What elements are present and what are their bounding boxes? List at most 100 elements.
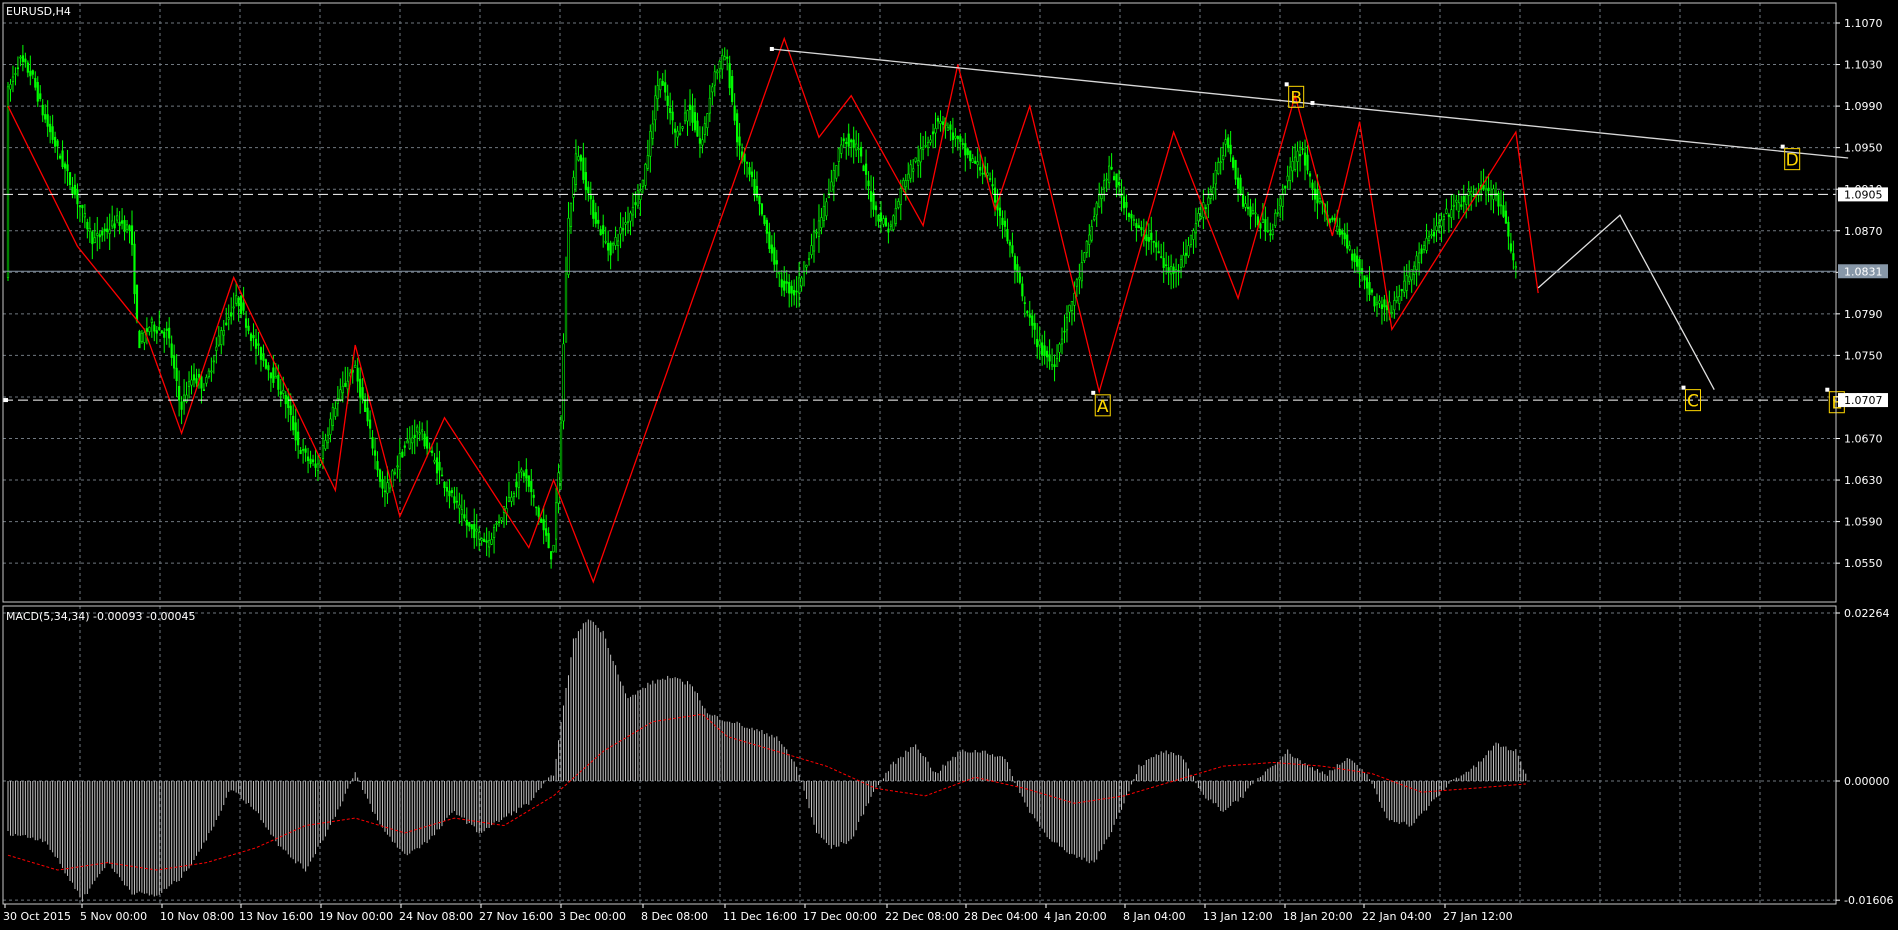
candle-body <box>401 451 404 458</box>
candle-body <box>1085 241 1088 253</box>
candle-body <box>1296 150 1299 162</box>
candle-body <box>783 280 786 291</box>
candle-body <box>1130 213 1133 219</box>
candle-body <box>1447 214 1450 217</box>
candle-body <box>1445 208 1448 214</box>
candle-body <box>602 225 605 235</box>
candle-body <box>860 146 863 157</box>
candle-body <box>1227 137 1230 149</box>
candle-body <box>448 490 451 497</box>
time-tick-label: 3 Dec 00:00 <box>559 910 626 923</box>
candle-body <box>145 328 148 332</box>
candle-body <box>941 121 945 125</box>
candle-body <box>1363 275 1366 281</box>
candle-body <box>1003 220 1007 227</box>
candle-body <box>718 61 721 70</box>
candle-body <box>974 160 977 164</box>
candle-body <box>1400 289 1403 292</box>
candle-body <box>530 480 533 493</box>
candle-body <box>897 201 900 208</box>
candle-body <box>683 112 687 122</box>
chart-canvas[interactable]: ABCDE 1.10701.10301.09901.09501.09101.08… <box>0 0 1898 930</box>
candle-body <box>86 221 89 230</box>
candle-body <box>815 231 818 234</box>
candle-body <box>1460 204 1463 207</box>
candle-body <box>1165 264 1168 267</box>
candle-body <box>1043 345 1046 356</box>
macd-indicator-title: MACD(5,34,34) -0.00093 -0.00045 <box>6 610 195 623</box>
candle-body <box>1055 358 1059 367</box>
candle-body <box>1157 251 1160 254</box>
candle-body <box>58 155 62 159</box>
candle-body <box>934 128 937 134</box>
time-tick-label: 11 Dec 16:00 <box>723 910 797 923</box>
candle-body <box>1041 342 1044 356</box>
wave-point <box>1091 390 1096 395</box>
candle-body <box>884 217 888 227</box>
price-tick-label: 1.0590 <box>1844 516 1883 529</box>
candle-body <box>264 359 268 369</box>
candle-body <box>1385 305 1388 311</box>
candle-body <box>706 113 709 129</box>
candle-body <box>1333 217 1336 221</box>
candle-body <box>1331 217 1334 220</box>
candle-body <box>29 70 32 77</box>
trendline-anchor <box>1310 100 1315 105</box>
candle-body <box>1276 212 1279 214</box>
candle-body <box>931 131 935 135</box>
candle-body <box>1418 252 1421 264</box>
candle-body <box>765 219 768 234</box>
candle-body <box>314 463 317 468</box>
candle-body <box>1509 243 1512 252</box>
candle-body <box>361 387 364 401</box>
candle-body <box>1430 234 1433 237</box>
candle-body <box>649 131 652 157</box>
candle-body <box>212 360 215 363</box>
candle-body <box>359 378 362 398</box>
candle-body <box>1390 312 1393 314</box>
candle-body <box>1219 161 1222 164</box>
candle-body <box>842 138 845 142</box>
candle-body <box>1058 343 1061 353</box>
candle-body <box>589 195 592 200</box>
price-tick-label: 1.0790 <box>1844 308 1883 321</box>
candle-body <box>991 184 994 187</box>
candle-body <box>750 171 754 178</box>
candle-body <box>1269 233 1272 236</box>
candle-body <box>284 394 287 405</box>
candle-body <box>1063 330 1066 333</box>
candle-body <box>1214 169 1217 185</box>
time-tick-label: 8 Dec 08:00 <box>641 910 708 923</box>
candle-body <box>116 215 119 221</box>
candle-body <box>232 306 235 309</box>
candle-body <box>56 140 59 147</box>
candle-body <box>192 374 196 381</box>
candle-body <box>745 162 749 164</box>
candle-body <box>31 70 34 75</box>
candle-body <box>1204 207 1207 209</box>
candle-body <box>713 71 716 86</box>
candle-body <box>66 164 69 172</box>
candle-body <box>237 297 240 307</box>
wave-point <box>1825 387 1830 392</box>
candle-body <box>634 202 637 205</box>
candle-body <box>54 136 57 147</box>
candle-body <box>497 521 501 523</box>
candle-body <box>259 347 263 360</box>
candle-body <box>624 222 627 225</box>
candle-body <box>1395 296 1398 302</box>
candle-body <box>693 112 697 131</box>
candle-body <box>1132 219 1136 221</box>
candle-body <box>592 199 595 219</box>
candle-body <box>1078 277 1081 280</box>
candle-body <box>820 217 823 228</box>
candle-body <box>912 168 915 172</box>
candle-body <box>187 381 191 387</box>
candle-body <box>96 233 99 236</box>
candle-body <box>1011 245 1014 254</box>
candle-body <box>552 544 555 553</box>
candle-body <box>240 295 243 315</box>
candle-body <box>123 220 126 232</box>
candle-body <box>1499 204 1503 207</box>
candle-body <box>411 437 414 444</box>
